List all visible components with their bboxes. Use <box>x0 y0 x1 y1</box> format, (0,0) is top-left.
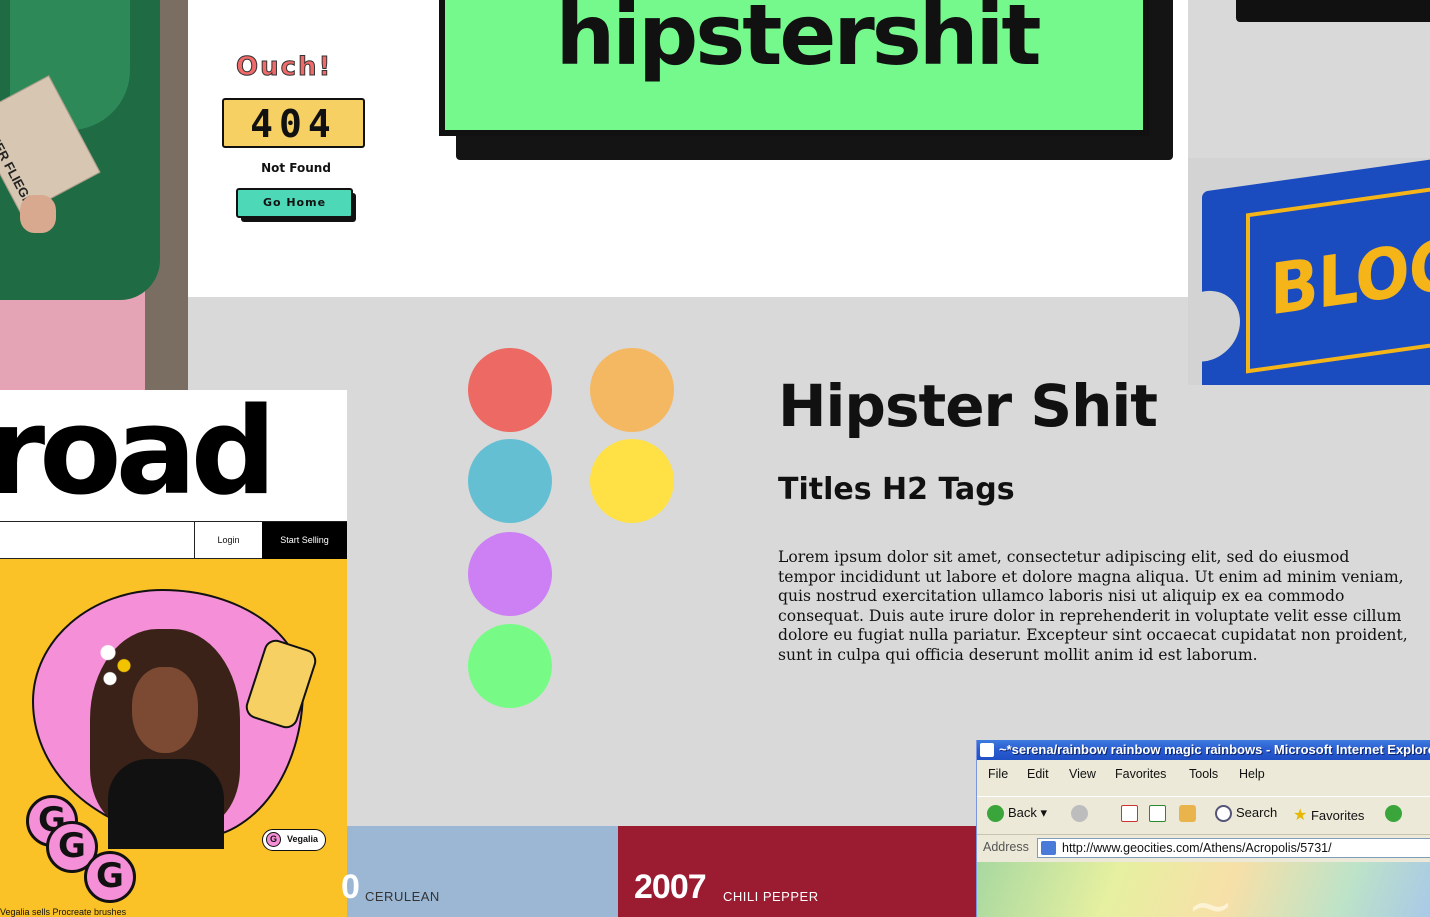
menu-edit[interactable]: Edit <box>1027 767 1049 781</box>
search-label: Search <box>1236 805 1278 820</box>
login-button[interactable]: Login <box>194 522 262 559</box>
hand <box>20 195 56 233</box>
script-lettering: ~ <box>1187 874 1234 917</box>
error-message: Not Found <box>261 161 331 175</box>
forward-arrow-icon <box>1071 805 1088 823</box>
refresh-button[interactable] <box>1149 805 1170 823</box>
vegalia-pill-label: Vegalia <box>287 834 319 844</box>
road-wordmark: road <box>0 390 276 522</box>
road-hero: G Vegalia G G G Vegalia sells Procreate … <box>0 559 347 917</box>
menu-file[interactable]: File <box>988 767 1008 781</box>
menu-favorites[interactable]: Favorites <box>1115 767 1166 781</box>
hero-caption: Vegalia sells Procreate brushes <box>0 907 127 917</box>
swatch-orange <box>590 348 674 432</box>
g-sticker-3: G <box>84 851 136 903</box>
ticket-notch <box>1188 286 1240 367</box>
address-url: http://www.geocities.com/Athens/Acropoli… <box>1062 841 1332 855</box>
swatch-blue <box>468 439 552 523</box>
home-icon <box>1179 805 1196 823</box>
swatch-green <box>468 624 552 708</box>
heading-h2: Titles H2 Tags <box>778 472 1015 507</box>
swatch-yellow <box>590 439 674 523</box>
search-icon <box>1215 805 1232 823</box>
menu-help[interactable]: Help <box>1239 767 1265 781</box>
heading-h1: Hipster Shit <box>778 372 1158 440</box>
menu-tools[interactable]: Tools <box>1189 767 1218 781</box>
error-code-box: 404 <box>222 98 365 148</box>
ticket-graphic: BLOCK <box>1188 158 1430 385</box>
star-icon: ★ <box>1293 807 1308 824</box>
home-button[interactable] <box>1179 805 1200 823</box>
stop-icon <box>1121 805 1138 823</box>
ie-title-text: ~*serena/rainbow rainbow magic rainbows … <box>999 742 1430 757</box>
pantone-name: CERULEAN <box>365 889 440 904</box>
stop-button[interactable] <box>1121 805 1142 823</box>
ie-address-bar: Address http://www.geocities.com/Athens/… <box>977 834 1430 860</box>
banner-title: hipstershit <box>555 0 1041 84</box>
pantone-strip-cerulean: 0 CERULEAN <box>341 826 618 917</box>
history-icon <box>1385 805 1402 823</box>
go-home-button[interactable]: Go Home <box>236 188 353 218</box>
pantone-year: 0 <box>341 868 360 906</box>
swatch-red <box>468 348 552 432</box>
ie-window-icon <box>980 743 994 757</box>
body-paragraph: Lorem ipsum dolor sit amet, consectetur … <box>778 548 1408 664</box>
ie-title-bar: ~*serena/rainbow rainbow magic rainbows … <box>977 740 1430 760</box>
portrait-body <box>108 759 224 849</box>
swatch-purple <box>468 532 552 616</box>
back-label: Back <box>1008 805 1037 820</box>
ie-menu-bar: File Edit View Favorites Tools Help <box>977 764 1430 786</box>
road-nav-bar: Login Start Selling <box>0 521 347 559</box>
favorites-label: Favorites <box>1310 808 1365 823</box>
address-label: Address <box>983 840 1029 854</box>
ie-page-content: ~ <box>977 862 1430 917</box>
address-input[interactable]: http://www.geocities.com/Athens/Acropoli… <box>1037 838 1430 858</box>
portrait <box>90 629 240 849</box>
vegalia-logo-icon: G <box>266 832 281 847</box>
photo-person-with-magazine: PAPIER FLIEGER <box>0 0 188 390</box>
pantone-year: 2007 <box>634 868 707 906</box>
back-button[interactable]: Back ▾ <box>987 805 1047 823</box>
road-site-card: road Login Start Selling G Vegalia G G G… <box>0 390 347 917</box>
back-arrow-icon <box>987 805 1004 823</box>
ie-browser-window: ~*serena/rainbow rainbow magic rainbows … <box>976 740 1430 917</box>
vegalia-pill[interactable]: G Vegalia <box>262 829 326 851</box>
history-button[interactable] <box>1385 805 1406 823</box>
ie-toolbar: Back ▾ Search ★ Favorites <box>977 796 1430 830</box>
forward-button[interactable] <box>1071 805 1092 823</box>
favorites-button[interactable]: ★ Favorites <box>1293 805 1364 825</box>
start-selling-button[interactable]: Start Selling <box>262 522 347 559</box>
top-right-bar <box>1236 0 1430 22</box>
pantone-strip-chili-pepper: 2007 CHILI PEPPER <box>618 826 976 917</box>
pantone-name: CHILI PEPPER <box>723 889 819 904</box>
page-icon <box>1041 841 1056 855</box>
refresh-icon <box>1149 805 1166 823</box>
error-exclaim: Ouch! <box>235 52 333 83</box>
portrait-face <box>132 667 198 753</box>
search-button[interactable]: Search <box>1215 805 1278 823</box>
menu-view[interactable]: View <box>1069 767 1096 781</box>
flower-crown <box>96 637 136 689</box>
